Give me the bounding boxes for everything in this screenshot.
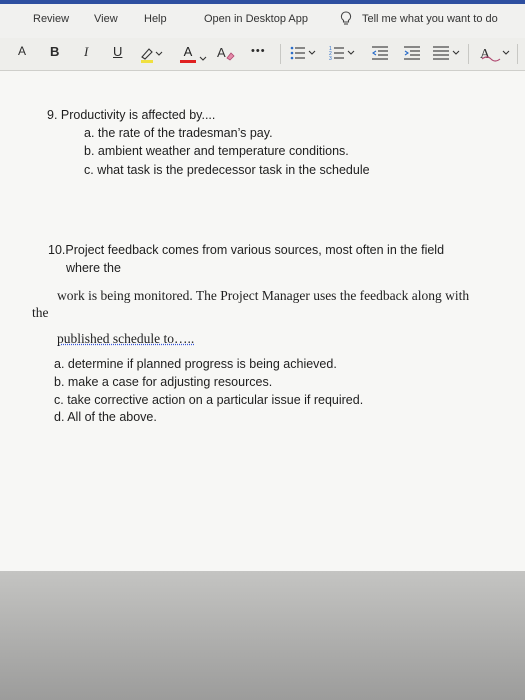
- open-desktop-app-button[interactable]: Open in Desktop App: [204, 13, 308, 25]
- question-10-line-3: work is being monitored. The Project Man…: [57, 288, 470, 303]
- menu-review[interactable]: Review: [33, 13, 69, 25]
- menu-bar: Review View Help Open in Desktop App Tel…: [0, 4, 525, 39]
- document-page[interactable]: 9. Productivity is affected by.... a. th…: [0, 71, 525, 571]
- q9-option-a: a. the rate of the tradesman’s pay.: [84, 126, 273, 140]
- question-9: 9. Productivity is affected by....: [47, 108, 216, 122]
- q10-option-d: d. All of the above.: [54, 410, 157, 424]
- underline-button[interactable]: U: [113, 44, 122, 59]
- align-text-icon[interactable]: [432, 45, 462, 66]
- svg-text:3: 3: [329, 56, 332, 61]
- q10-option-b: b. make a case for adjusting resources.: [54, 375, 273, 389]
- bold-button[interactable]: B: [50, 44, 59, 59]
- clear-formatting-icon[interactable]: A: [216, 44, 236, 67]
- font-color-label: A: [183, 44, 193, 59]
- toolbar-divider: [468, 44, 469, 64]
- font-color-swatch: [180, 60, 196, 63]
- question-10-line-2: where the: [66, 261, 121, 275]
- tell-me-search[interactable]: Tell me what you want to do: [362, 13, 498, 25]
- toolbar-divider: [280, 44, 281, 64]
- question-10-line-5: published schedule to…..: [57, 331, 195, 346]
- more-options-button[interactable]: •••: [251, 45, 266, 57]
- q10-option-c: c. take corrective action on a particula…: [54, 393, 364, 407]
- italic-button[interactable]: I: [84, 44, 88, 60]
- lightbulb-icon: [340, 11, 352, 32]
- formatting-toolbar: A B I U A A ••• 1 2 3 A: [0, 38, 525, 71]
- svg-text:A: A: [480, 47, 491, 62]
- question-10-line-1: 10.Project feedback comes from various s…: [48, 243, 445, 257]
- chevron-down-icon[interactable]: [199, 49, 207, 67]
- menu-help[interactable]: Help: [144, 13, 167, 25]
- numbered-list-icon[interactable]: 1 2 3: [329, 45, 357, 66]
- highlight-pen-icon[interactable]: [140, 45, 164, 68]
- q9-option-b: b. ambient weather and temperature condi…: [84, 144, 349, 158]
- screen-bottom-area: [0, 571, 525, 700]
- question-10-line-4: the: [32, 305, 49, 320]
- q9-option-c: c. what task is the predecessor task in …: [84, 163, 370, 177]
- q10-option-a: a. determine if planned progress is bein…: [54, 357, 337, 371]
- font-size-button[interactable]: A: [18, 44, 26, 58]
- increase-indent-icon[interactable]: [403, 45, 421, 66]
- decrease-indent-icon[interactable]: [371, 45, 389, 66]
- svg-text:A: A: [217, 45, 226, 60]
- font-color-button[interactable]: A: [180, 43, 196, 63]
- bullet-list-icon[interactable]: [290, 45, 318, 66]
- toolbar-divider: [517, 44, 518, 64]
- styles-icon[interactable]: A: [478, 44, 514, 67]
- menu-view[interactable]: View: [94, 13, 118, 25]
